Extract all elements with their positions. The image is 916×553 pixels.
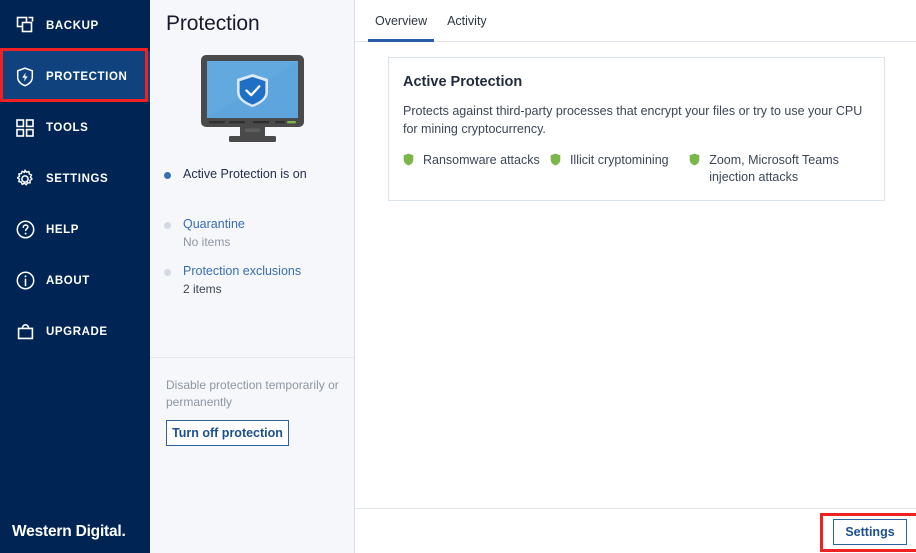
brand-name: Western Digital: [12, 523, 122, 540]
shield-icon: [550, 153, 563, 171]
grid-squares-icon: [8, 118, 42, 138]
sidebar-item-label: PROTECTION: [46, 70, 128, 83]
status-bullet-icon: [164, 222, 171, 229]
protection-exclusions-count: 2 items: [183, 282, 222, 296]
sidebar-nav: BACKUP PROTECTION TOOLS SETTINGS HELP AB…: [0, 0, 150, 357]
status-bullet-icon: [164, 269, 171, 276]
feature-label: Illicit cryptomining: [569, 153, 669, 167]
turn-off-protection-button[interactable]: Turn off protection: [166, 420, 289, 446]
protection-summary-panel: Protection Active Protection is on Quara…: [150, 0, 355, 553]
brand-dot: .: [121, 523, 126, 540]
question-circle-icon: [8, 219, 42, 240]
shield-bolt-icon: [8, 66, 42, 88]
feature-injection-attacks: Zoom, Microsoft Teams injection attacks: [689, 152, 868, 186]
sidebar-item-tools[interactable]: TOOLS: [0, 102, 150, 153]
status-quarantine[interactable]: Quarantine No items: [164, 216, 354, 251]
active-protection-card: Active Protection Protects against third…: [388, 57, 885, 201]
sidebar-item-about[interactable]: ABOUT: [0, 255, 150, 306]
bag-icon: [8, 321, 42, 342]
shield-icon: [403, 153, 416, 171]
sidebar-item-label: SETTINGS: [46, 172, 109, 185]
shield-icon: [689, 153, 702, 171]
sidebar-item-settings[interactable]: SETTINGS: [0, 153, 150, 204]
tab-bar: Overview Activity: [355, 0, 916, 42]
sidebar-item-backup[interactable]: BACKUP: [0, 0, 150, 51]
panel-divider: [150, 357, 354, 358]
application-window: BACKUP PROTECTION TOOLS SETTINGS HELP AB…: [0, 0, 916, 553]
status-protection-exclusions[interactable]: Protection exclusions 2 items: [164, 263, 354, 298]
quarantine-link[interactable]: Quarantine: [183, 216, 354, 233]
sidebar-item-help[interactable]: HELP: [0, 204, 150, 255]
status-active-protection: Active Protection is on: [164, 166, 354, 183]
sidebar-item-label: BACKUP: [46, 19, 99, 32]
quarantine-count: No items: [183, 235, 231, 249]
monitor-shield-illustration: [150, 52, 354, 144]
sidebar: BACKUP PROTECTION TOOLS SETTINGS HELP AB…: [0, 0, 150, 553]
footer-separator: [355, 508, 916, 509]
protection-feature-list: Ransomware attacks Illicit cryptomining: [403, 152, 868, 186]
tab-overview[interactable]: Overview: [365, 0, 437, 42]
feature-ransomware: Ransomware attacks: [403, 152, 550, 171]
feature-label: Ransomware attacks: [423, 153, 540, 167]
sidebar-item-label: HELP: [46, 223, 80, 236]
sidebar-item-upgrade[interactable]: UPGRADE: [0, 306, 150, 357]
sidebar-item-label: UPGRADE: [46, 325, 108, 338]
feature-label: Zoom, Microsoft Teams injection attacks: [709, 153, 839, 184]
feature-cryptomining: Illicit cryptomining: [550, 152, 689, 171]
info-circle-icon: [8, 270, 42, 291]
status-label: Active Protection is on: [183, 167, 307, 181]
disable-protection-description: Disable protection temporarily or perman…: [166, 378, 339, 409]
tab-activity[interactable]: Activity: [437, 0, 497, 41]
protection-exclusions-link[interactable]: Protection exclusions: [183, 263, 354, 280]
gear-icon: [8, 168, 42, 190]
protection-status-list: Active Protection is on Quarantine No it…: [150, 166, 354, 298]
status-spacer: [164, 189, 354, 216]
backup-copies-icon: [8, 15, 42, 36]
card-description: Protects against third-party processes t…: [403, 104, 863, 136]
status-bullet-icon: [164, 172, 171, 179]
main-content: Overview Activity Active Protection Prot…: [355, 0, 916, 553]
card-title: Active Protection: [403, 74, 523, 90]
page-title: Protection: [166, 12, 260, 35]
western-digital-logo: Western Digital.: [12, 523, 126, 541]
sidebar-item-protection[interactable]: PROTECTION: [0, 51, 150, 102]
sidebar-item-label: ABOUT: [46, 274, 90, 287]
settings-button[interactable]: Settings: [833, 519, 907, 545]
sidebar-item-label: TOOLS: [46, 121, 89, 134]
